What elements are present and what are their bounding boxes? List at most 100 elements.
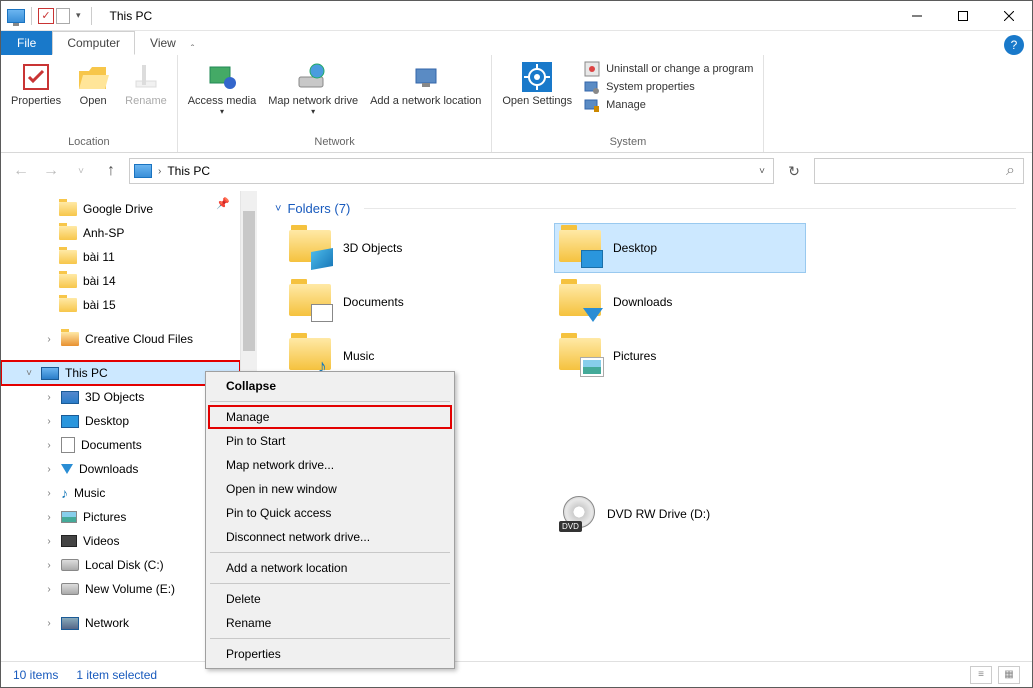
chevron-right-icon[interactable]: › — [43, 416, 55, 427]
ribbon-collapse-icon[interactable]: ˆ — [191, 44, 194, 55]
folder-tile-pictures[interactable]: Pictures — [555, 332, 805, 380]
group-label-location: Location — [1, 134, 177, 152]
ribbon-group-system: Open Settings Uninstall or change a prog… — [492, 55, 764, 152]
refresh-button[interactable]: ↻ — [780, 158, 808, 184]
open-label: Open — [80, 95, 107, 107]
folder-tile-documents[interactable]: Documents — [285, 278, 535, 326]
uninstall-button[interactable]: Uninstall or change a program — [584, 61, 753, 77]
tree-item[interactable]: bài 15 — [1, 293, 240, 317]
ribbon-group-network: Access media▾ Map network drive▾ Add a n… — [178, 55, 493, 152]
downloads-icon — [61, 464, 73, 474]
folder-tile-desktop[interactable]: Desktop — [555, 224, 805, 272]
add-location-button[interactable]: Add a network location — [366, 59, 485, 109]
chevron-down-icon[interactable]: ˅ — [23, 368, 35, 379]
chevron-right-icon[interactable]: › — [158, 166, 161, 177]
tab-computer[interactable]: Computer — [52, 31, 135, 55]
desktop-icon — [581, 250, 603, 268]
ribbon-tabs: File Computer View ˆ ? — [1, 31, 1032, 55]
qat-dropdown-icon[interactable]: ▾ — [72, 10, 85, 21]
chevron-right-icon[interactable]: › — [43, 584, 55, 595]
pin-icon[interactable]: 📌 — [216, 197, 230, 210]
chevron-right-icon[interactable]: › — [43, 464, 55, 475]
ctx-pin-start[interactable]: Pin to Start — [208, 429, 452, 453]
chevron-right-icon[interactable]: › — [43, 560, 55, 571]
window-title: This PC — [102, 9, 153, 23]
open-settings-label: Open Settings — [502, 95, 572, 107]
chevron-down-icon[interactable]: ˅ — [275, 203, 281, 215]
help-button[interactable]: ? — [1004, 35, 1024, 55]
close-button[interactable] — [986, 1, 1032, 31]
access-media-button[interactable]: Access media▾ — [184, 59, 260, 118]
qat-properties-icon[interactable]: ✓ — [38, 8, 54, 24]
details-view-button[interactable]: ≡ — [970, 666, 992, 684]
quick-access-toolbar: ✓ ▾ — [1, 7, 102, 25]
tab-file[interactable]: File — [1, 31, 52, 55]
navigation-bar: ← → ˅ ↑ › This PC ˅ ↻ ⌕ — [1, 153, 1032, 189]
search-icon: ⌕ — [1006, 162, 1015, 180]
folder-icon — [59, 298, 77, 312]
qat-document-icon[interactable] — [56, 8, 70, 24]
device-tile-dvd[interactable]: DVD DVD RW Drive (D:) — [555, 490, 714, 538]
manage-button[interactable]: Manage — [584, 97, 753, 113]
system-properties-button[interactable]: System properties — [584, 79, 753, 95]
scrollbar-thumb[interactable] — [243, 211, 255, 351]
ribbon: Properties Open Rename Location Access m… — [1, 55, 1032, 153]
separator — [210, 583, 450, 584]
ctx-disconnect[interactable]: Disconnect network drive... — [208, 525, 452, 549]
ctx-open-new[interactable]: Open in new window — [208, 477, 452, 501]
ctx-pin-quick[interactable]: Pin to Quick access — [208, 501, 452, 525]
documents-icon — [311, 304, 333, 322]
ctx-delete[interactable]: Delete — [208, 587, 452, 611]
folder-icon — [59, 274, 77, 288]
ctx-rename[interactable]: Rename — [208, 611, 452, 635]
chevron-right-icon[interactable]: › — [43, 512, 55, 523]
chevron-right-icon[interactable]: › — [43, 392, 55, 403]
address-text[interactable]: This PC — [167, 164, 210, 178]
scrollbar[interactable] — [241, 191, 257, 391]
folders-header[interactable]: ˅ Folders (7) — [275, 201, 1016, 216]
tree-item[interactable]: bài 11 — [1, 245, 240, 269]
address-dropdown-icon[interactable]: ˅ — [759, 166, 765, 177]
ctx-collapse[interactable]: Collapse — [208, 374, 452, 398]
chevron-right-icon[interactable]: › — [43, 536, 55, 547]
back-button[interactable]: ← — [9, 159, 33, 183]
tree-item[interactable]: Anh-SP — [1, 221, 240, 245]
ribbon-group-location: Properties Open Rename Location — [1, 55, 178, 152]
properties-label: Properties — [11, 95, 61, 107]
computer-icon — [41, 367, 59, 380]
tab-view[interactable]: View — [135, 31, 191, 55]
context-menu: Collapse Manage Pin to Start Map network… — [205, 371, 455, 669]
search-input[interactable]: ⌕ — [814, 158, 1024, 184]
tree-item[interactable]: bài 14 — [1, 269, 240, 293]
window-controls — [894, 1, 1032, 31]
pictures-icon — [61, 511, 77, 523]
folder-tile-3d-objects[interactable]: 3D Objects — [285, 224, 535, 272]
tree-item-creative[interactable]: ›Creative Cloud Files — [1, 327, 240, 351]
chevron-right-icon[interactable]: › — [43, 618, 55, 629]
network-icon — [61, 617, 79, 630]
ctx-properties[interactable]: Properties — [208, 642, 452, 666]
chevron-right-icon[interactable]: › — [43, 334, 55, 345]
separator — [210, 638, 450, 639]
dvd-drive-icon: DVD — [559, 496, 595, 532]
maximize-button[interactable] — [940, 1, 986, 31]
map-drive-button[interactable]: Map network drive▾ — [264, 59, 362, 118]
chevron-right-icon[interactable]: › — [43, 488, 55, 499]
properties-button[interactable]: Properties — [7, 59, 65, 109]
selection-count: 1 item selected — [76, 668, 157, 682]
ctx-manage[interactable]: Manage — [208, 405, 452, 429]
tree-item[interactable]: Google Drive — [1, 197, 240, 221]
ctx-add-location[interactable]: Add a network location — [208, 556, 452, 580]
icons-view-button[interactable]: ▦ — [998, 666, 1020, 684]
address-bar[interactable]: › This PC ˅ — [129, 158, 774, 184]
item-count: 10 items — [13, 668, 58, 682]
minimize-button[interactable] — [894, 1, 940, 31]
up-button[interactable]: ↑ — [99, 159, 123, 183]
folder-icon — [61, 332, 79, 346]
ctx-map-drive[interactable]: Map network drive... — [208, 453, 452, 477]
open-settings-button[interactable]: Open Settings — [498, 59, 576, 109]
folder-tile-downloads[interactable]: Downloads — [555, 278, 805, 326]
chevron-right-icon[interactable]: › — [43, 440, 55, 451]
recent-dropdown-icon[interactable]: ˅ — [69, 159, 93, 183]
open-button[interactable]: Open — [69, 59, 117, 109]
